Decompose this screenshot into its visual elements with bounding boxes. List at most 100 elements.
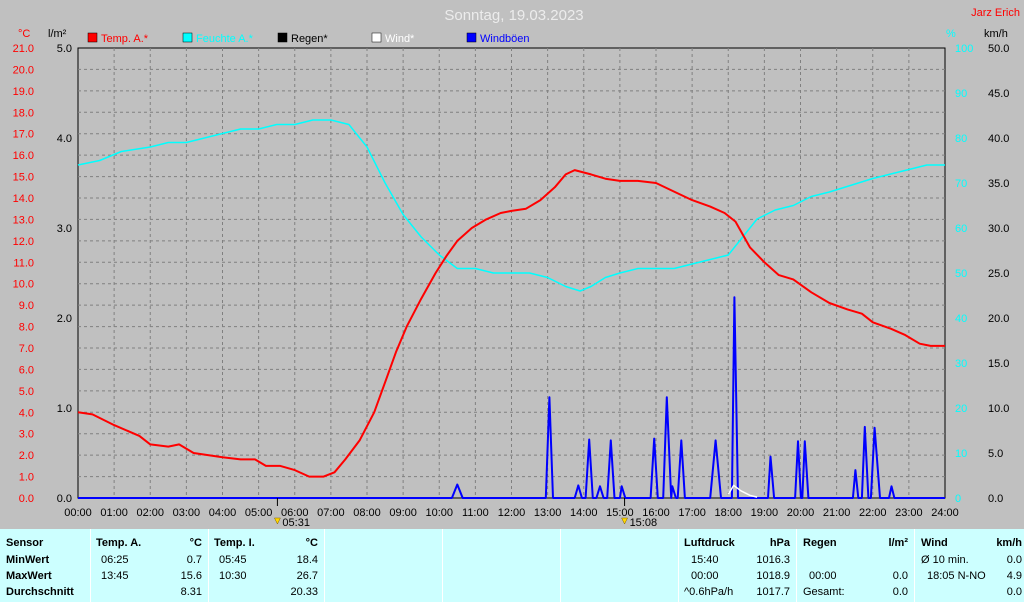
x-tick-label: 12:00 — [498, 507, 526, 519]
stats-rain-total-label: Gesamt: — [803, 586, 845, 598]
stats-temp-i-title: Temp. I. — [214, 537, 255, 549]
stats-col-empty-2 — [442, 529, 560, 602]
temp-tick-label: 14.0 — [13, 193, 34, 205]
sunset-icon — [621, 517, 628, 525]
stats-label-avg: Durchschnitt — [6, 586, 74, 598]
temp-tick-label: 3.0 — [19, 429, 34, 441]
humidity-tick-label: 0 — [955, 493, 961, 505]
stats-col-temp-i: Temp. I. °C 05:45 18.4 10:30 26.7 20.33 — [208, 529, 324, 602]
legend-swatch — [371, 32, 382, 43]
x-tick-label: 07:00 — [317, 507, 345, 519]
legend-label: Regen* — [291, 33, 328, 45]
temp-axis-unit: °C — [18, 28, 30, 40]
legend-label: Wind* — [385, 33, 415, 45]
stats-col-rain: Regen l/m² 00:00 0.0 Gesamt: 0.0 — [796, 529, 914, 602]
legend-label: Feuchte A.* — [196, 33, 254, 45]
stats-wind-max: 4.9 — [1006, 570, 1022, 582]
x-tick-label: 22:00 — [859, 507, 887, 519]
site-name: Jarz Erich — [971, 7, 1020, 19]
x-tick-label: 20:00 — [787, 507, 815, 519]
x-tick-label: 03:00 — [173, 507, 201, 519]
temp-tick-label: 16.0 — [13, 150, 34, 162]
stats-temp-i-max-time: 10:30 — [219, 570, 247, 582]
temp-tick-label: 7.0 — [19, 343, 34, 355]
legend-swatch — [466, 32, 477, 43]
humidity-tick-label: 30 — [955, 358, 967, 370]
stats-sensor-title: Sensor — [6, 537, 44, 549]
wind-tick-label: 5.0 — [988, 448, 1003, 460]
rain-tick-label: 2.0 — [57, 313, 72, 325]
stats-temp-a-title: Temp. A. — [96, 537, 142, 549]
sunset-time-label: 15:08 — [630, 517, 658, 529]
stats-col-empty-3 — [560, 529, 678, 602]
humidity-tick-label: 70 — [955, 178, 967, 190]
x-tick-label: 17:00 — [678, 507, 706, 519]
wind-tick-label: 15.0 — [988, 358, 1009, 370]
temp-tick-label: 10.0 — [13, 279, 34, 291]
stats-temp-i-avg: 20.33 — [290, 586, 318, 598]
wind-tick-label: 30.0 — [988, 223, 1009, 235]
rain-tick-label: 1.0 — [57, 403, 72, 415]
x-tick-label: 09:00 — [389, 507, 417, 519]
stats-rain-unit: l/m² — [888, 537, 908, 549]
legend-label: Temp. A.* — [101, 33, 149, 45]
stats-rain-max: 0.0 — [892, 570, 908, 582]
stats-temp-i-max: 26.7 — [296, 570, 318, 582]
x-tick-label: 04:00 — [209, 507, 237, 519]
stats-col-wind: Wind km/h Ø 10 min. 0.0 18:05 N-NO 4.9 0… — [914, 529, 1024, 602]
stats-temp-a-min-time: 06:25 — [101, 554, 129, 566]
stats-wind-max-time: 18:05 N-NO — [927, 570, 986, 582]
rain-tick-label: 4.0 — [57, 133, 72, 145]
stats-wind-last: 0.0 — [1006, 586, 1022, 598]
wind-axis-unit: km/h — [984, 28, 1008, 40]
x-tick-label: 02:00 — [136, 507, 164, 519]
stats-rain-title: Regen — [803, 537, 837, 549]
temp-tick-label: 11.0 — [13, 257, 34, 269]
wind-tick-label: 25.0 — [988, 268, 1009, 280]
temp-tick-label: 8.0 — [19, 322, 34, 334]
stats-label-max: MaxWert — [6, 570, 52, 582]
rain-tick-label: 0.0 — [57, 493, 72, 505]
x-tick-label: 21:00 — [823, 507, 851, 519]
temp-tick-label: 0.0 — [19, 493, 34, 505]
temp-tick-label: 1.0 — [19, 472, 34, 484]
stats-temp-a-avg: 8.31 — [180, 586, 202, 598]
x-tick-label: 11:00 — [462, 507, 489, 519]
temp-tick-label: 17.0 — [13, 129, 34, 141]
stats-temp-i-min: 18.4 — [296, 554, 318, 566]
stats-rain-max-time: 00:00 — [809, 570, 837, 582]
stats-pressure-min-time: 15:40 — [691, 554, 719, 566]
temp-tick-label: 5.0 — [19, 386, 34, 398]
x-tick-label: 13:00 — [534, 507, 562, 519]
stats-pressure-trend: ^0.6hPa/h — [684, 586, 734, 598]
stats-pressure-max: 1018.9 — [756, 570, 790, 582]
stats-pressure-max-time: 00:00 — [691, 570, 719, 582]
stats-temp-i-unit: °C — [305, 537, 318, 549]
chart-title: Sonntag, 19.03.2023 — [444, 7, 583, 24]
humidity-axis-unit: % — [946, 28, 956, 40]
temp-tick-label: 21.0 — [13, 43, 34, 55]
humidity-tick-label: 20 — [955, 403, 967, 415]
stats-pressure-unit: hPa — [769, 537, 790, 549]
x-tick-label: 00:00 — [64, 507, 92, 519]
x-tick-label: 18:00 — [714, 507, 742, 519]
x-tick-label: 05:00 — [245, 507, 273, 519]
wind-tick-label: 20.0 — [988, 313, 1009, 325]
humidity-tick-label: 80 — [955, 133, 967, 145]
legend-swatch — [277, 32, 288, 43]
wind-tick-label: 50.0 — [988, 43, 1009, 55]
rain-tick-label: 5.0 — [57, 43, 72, 55]
humidity-tick-label: 10 — [955, 448, 967, 460]
stats-col-pressure: Luftdruck hPa 15:40 1016.3 00:00 1018.9 … — [678, 529, 796, 602]
legend-swatch — [87, 32, 98, 43]
stats-col-sensor: Sensor MinWert MaxWert Durchschnitt — [0, 529, 90, 602]
stats-label-min: MinWert — [6, 554, 50, 566]
humidity-tick-label: 90 — [955, 88, 967, 100]
wind-tick-label: 35.0 — [988, 178, 1009, 190]
humidity-tick-label: 60 — [955, 223, 967, 235]
temp-tick-label: 19.0 — [13, 86, 34, 98]
stats-temp-a-unit: °C — [189, 537, 202, 549]
rain-axis-unit: l/m² — [48, 28, 67, 40]
temp-tick-label: 9.0 — [19, 300, 34, 312]
x-tick-label: 19:00 — [751, 507, 779, 519]
